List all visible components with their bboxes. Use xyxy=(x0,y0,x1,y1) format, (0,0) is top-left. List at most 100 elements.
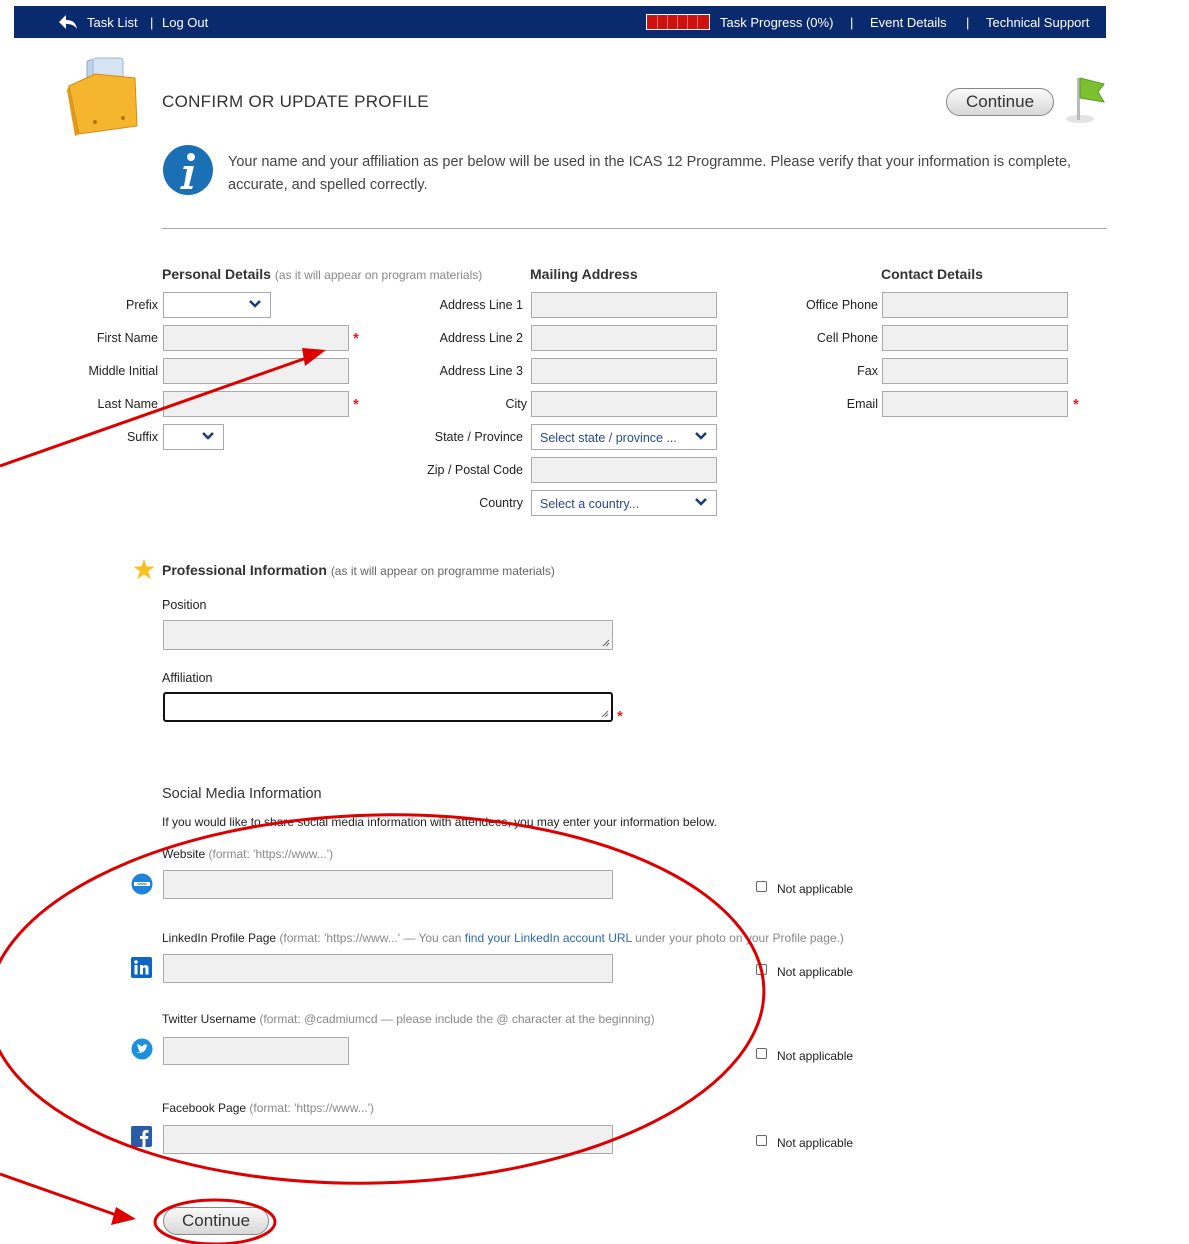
middle-initial-label: Middle Initial xyxy=(88,364,158,378)
address-line2-label: Address Line 2 xyxy=(439,331,523,345)
country-select[interactable]: Select a country... xyxy=(531,490,717,516)
email-input[interactable] xyxy=(882,391,1068,417)
fax-input[interactable] xyxy=(882,358,1068,384)
find-linkedin-url-link[interactable]: find your LinkedIn account URL xyxy=(465,931,632,945)
affiliation-textarea[interactable] xyxy=(163,692,613,722)
cell-phone-input[interactable] xyxy=(882,325,1068,351)
mailing-address-heading: Mailing Address xyxy=(530,266,638,282)
professional-info-heading: Professional Information (as it will app… xyxy=(162,562,555,578)
continue-button-top[interactable]: Continue xyxy=(946,88,1054,116)
chevron-down-icon xyxy=(249,300,261,308)
facebook-icon xyxy=(131,1126,152,1147)
annotation-arrowhead xyxy=(111,1207,136,1225)
log-out-link[interactable]: Log Out xyxy=(162,15,208,30)
flag-icon xyxy=(1066,77,1105,123)
chevron-down-icon xyxy=(202,432,214,440)
twitter-label-row: Twitter Username (format: @cadmiumcd — p… xyxy=(162,1012,655,1026)
twitter-icon xyxy=(131,1038,153,1060)
prefix-label: Prefix xyxy=(126,298,158,312)
resize-grip-icon[interactable] xyxy=(601,710,609,718)
required-marker: * xyxy=(353,330,359,347)
nav-divider: | xyxy=(850,15,854,30)
linkedin-label: LinkedIn Profile Page xyxy=(162,931,277,945)
facebook-input[interactable] xyxy=(163,1125,613,1154)
position-textarea[interactable] xyxy=(163,620,613,650)
email-label: Email xyxy=(846,397,878,411)
linkedin-not-applicable-checkbox[interactable] xyxy=(756,964,767,975)
office-phone-input[interactable] xyxy=(882,292,1068,318)
country-select-value: Select a country... xyxy=(540,497,640,511)
linkedin-hint: (format: 'https://www...' — You can xyxy=(279,931,462,945)
position-label: Position xyxy=(162,598,207,612)
linkedin-label-row: LinkedIn Profile Page (format: 'https://… xyxy=(162,931,844,945)
facebook-label-row: Facebook Page (format: 'https://www...') xyxy=(162,1101,374,1115)
office-phone-label: Office Phone xyxy=(805,298,878,312)
back-arrow-icon[interactable] xyxy=(58,14,78,30)
address-line1-label: Address Line 1 xyxy=(439,298,523,312)
state-select-value: Select state / province ... xyxy=(540,431,677,445)
facebook-not-applicable-label[interactable]: Not applicable xyxy=(777,1136,853,1150)
address-line3-input[interactable] xyxy=(531,358,717,384)
section-divider xyxy=(162,228,1107,229)
website-hint: (format: 'https://www...') xyxy=(208,847,334,861)
state-select[interactable]: Select state / province ... xyxy=(531,424,717,450)
website-not-applicable-label[interactable]: Not applicable xyxy=(777,882,853,896)
twitter-input[interactable] xyxy=(163,1037,349,1065)
linkedin-input[interactable] xyxy=(163,954,613,983)
linkedin-icon xyxy=(131,957,152,978)
facebook-hint: (format: 'https://www...') xyxy=(249,1101,375,1115)
required-marker: * xyxy=(1073,396,1079,413)
professional-info-hint: (as it will appear on programme material… xyxy=(330,564,555,578)
affiliation-label: Affiliation xyxy=(162,671,213,685)
address-line3-label: Address Line 3 xyxy=(439,364,523,378)
website-not-applicable-checkbox[interactable] xyxy=(756,881,767,892)
state-label: State / Province xyxy=(434,430,523,444)
linkedin-hint-end: under your photo on your Profile page.) xyxy=(635,931,844,945)
website-input[interactable] xyxy=(163,870,613,899)
website-label-row: Website (format: 'https://www...') xyxy=(162,847,333,861)
star-icon xyxy=(133,559,155,579)
last-name-input[interactable] xyxy=(163,391,349,417)
annotation-arrow-line xyxy=(0,1172,123,1219)
linkedin-not-applicable-label[interactable]: Not applicable xyxy=(777,965,853,979)
twitter-not-applicable-label[interactable]: Not applicable xyxy=(777,1049,853,1063)
social-media-heading: Social Media Information xyxy=(162,786,322,802)
resize-grip-icon[interactable] xyxy=(602,639,610,647)
prefix-select[interactable] xyxy=(163,292,271,318)
facebook-not-applicable-checkbox[interactable] xyxy=(756,1135,767,1146)
middle-initial-input[interactable] xyxy=(163,358,349,384)
required-marker: * xyxy=(353,396,359,413)
technical-support-link[interactable]: Technical Support xyxy=(986,15,1089,30)
city-input[interactable] xyxy=(531,391,717,417)
page-title: CONFIRM OR UPDATE PROFILE xyxy=(162,92,429,111)
continue-button-bottom[interactable]: Continue xyxy=(163,1207,269,1235)
address-line2-input[interactable] xyxy=(531,325,717,351)
twitter-not-applicable-checkbox[interactable] xyxy=(756,1048,767,1059)
chevron-down-icon xyxy=(695,498,707,506)
info-message: Your name and your affiliation as per be… xyxy=(228,154,1072,193)
personal-details-title: Personal Details xyxy=(162,266,271,282)
task-progress-link[interactable]: Task Progress (0%) xyxy=(720,15,833,30)
first-name-input[interactable] xyxy=(163,325,349,351)
nav-divider: | xyxy=(150,15,154,30)
zip-input[interactable] xyxy=(531,457,717,483)
suffix-select[interactable] xyxy=(163,424,224,450)
cell-phone-label: Cell Phone xyxy=(816,331,878,345)
professional-info-title: Professional Information xyxy=(162,562,327,578)
fax-label: Fax xyxy=(857,364,878,378)
address-line1-input[interactable] xyxy=(531,292,717,318)
country-label: Country xyxy=(479,496,523,510)
suffix-label: Suffix xyxy=(126,430,158,444)
task-list-link[interactable]: Task List xyxy=(87,15,138,30)
social-media-intro: If you would like to share social media … xyxy=(162,815,717,829)
info-icon xyxy=(163,145,213,195)
globe-icon: www xyxy=(131,873,153,895)
event-details-link[interactable]: Event Details xyxy=(870,15,947,30)
nav-divider: | xyxy=(966,15,970,30)
city-label: City xyxy=(505,397,527,411)
facebook-label: Facebook Page xyxy=(162,1101,247,1115)
svg-text:www: www xyxy=(136,881,147,886)
zip-label: Zip / Postal Code xyxy=(427,463,523,477)
twitter-hint: (format: @cadmiumcd — please include the… xyxy=(259,1012,655,1026)
website-label: Website xyxy=(162,847,206,861)
